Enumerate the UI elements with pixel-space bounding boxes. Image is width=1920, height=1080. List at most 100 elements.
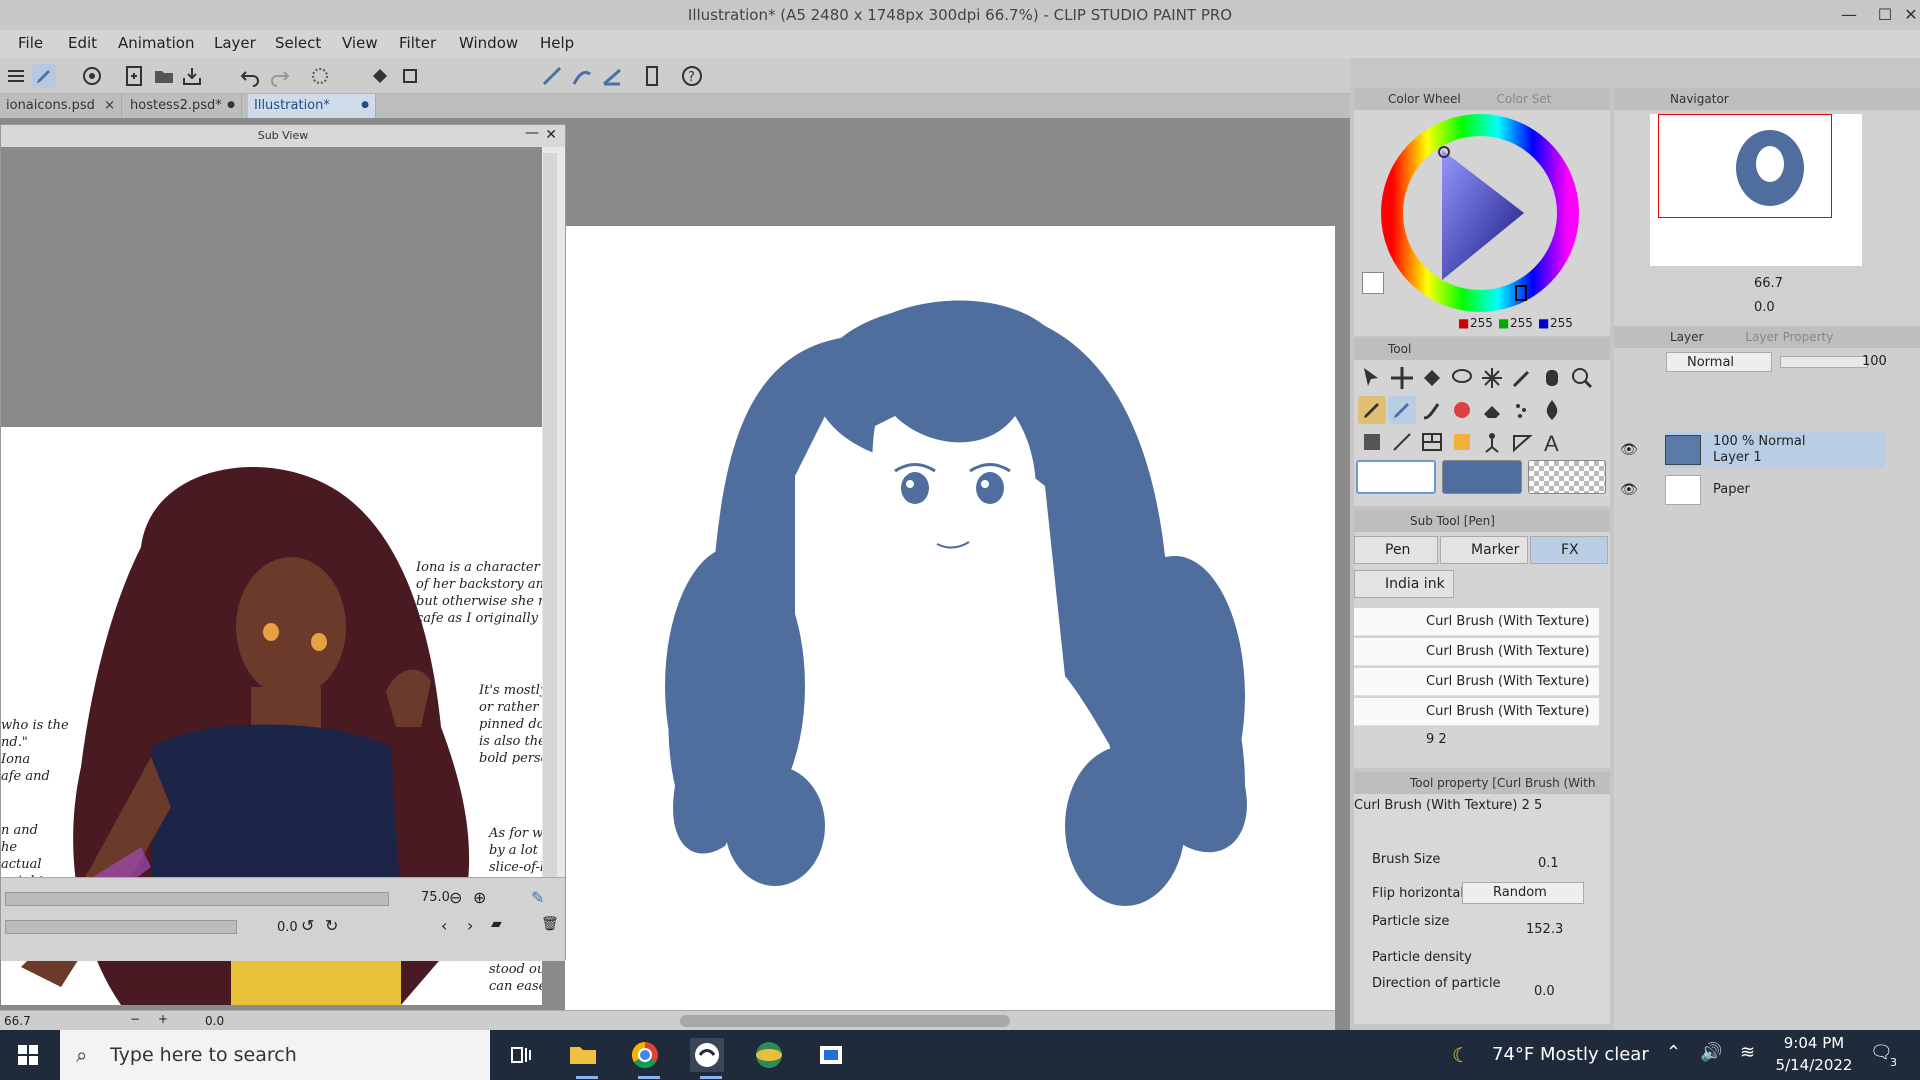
canvas-zoom-value[interactable]: 66.7 (4, 1014, 31, 1028)
eye-icon[interactable]: 👁 (1620, 442, 1638, 458)
hand-tool-icon[interactable] (1538, 364, 1566, 392)
open-file-icon[interactable] (152, 64, 176, 88)
ruler-snap-icon[interactable] (600, 64, 624, 88)
ruler-tool-icon[interactable] (1448, 428, 1476, 456)
volume-icon[interactable]: 🔊 (1700, 1042, 1722, 1063)
unsaved-dot-icon[interactable]: ● (361, 100, 369, 110)
fill-icon[interactable] (368, 64, 392, 88)
eyedropper-icon[interactable]: ✎ (531, 888, 544, 907)
opacity-slider[interactable] (1780, 356, 1868, 368)
flip-horizontal-row[interactable]: Flip horizontal Random (1354, 880, 1584, 910)
layer-row[interactable]: 👁 Paper (1620, 472, 1885, 508)
unsaved-dot-icon[interactable]: ● (227, 100, 235, 110)
task-view-icon[interactable] (504, 1038, 538, 1072)
blend-mode-select[interactable]: Normal (1666, 352, 1772, 372)
main-color-swatch[interactable] (1362, 272, 1384, 294)
save-icon[interactable] (180, 64, 204, 88)
zoom-out-icon[interactable]: ⊖ (449, 888, 462, 907)
menu-view[interactable]: View (342, 34, 378, 52)
ruler-curve-icon[interactable] (570, 64, 594, 88)
menu-layer[interactable]: Layer (214, 34, 256, 52)
zoom-in-icon[interactable]: ⊕ (473, 888, 486, 907)
subtool-tab-pen[interactable]: Pen (1354, 536, 1438, 564)
horizontal-scrollbar[interactable] (680, 1015, 1010, 1027)
pencil-tool-icon[interactable] (1388, 396, 1416, 424)
flip-horizontal-select[interactable]: Random (1462, 882, 1584, 904)
text-tool-icon[interactable]: A (1538, 428, 1566, 456)
menu-animation[interactable]: Animation (118, 34, 194, 52)
subtool-tab-india-ink[interactable]: India ink (1354, 570, 1454, 598)
clock-time[interactable]: 9:04 PM (1774, 1034, 1854, 1052)
clip-studio-icon[interactable] (80, 64, 104, 88)
trash-icon[interactable]: 🗑 (541, 916, 559, 932)
ruler-line-icon[interactable] (540, 64, 564, 88)
navigator-zoom-value[interactable]: 66.7 (1754, 276, 1783, 291)
color-wheel[interactable] (1354, 110, 1610, 336)
subtool-tab-fx[interactable]: FX (1530, 536, 1608, 564)
next-icon[interactable]: › (467, 916, 473, 935)
particle-size-row[interactable]: Particle size 152.3 (1354, 912, 1584, 942)
opacity-value[interactable]: 100 (1862, 354, 1887, 369)
rotate-right-icon[interactable]: ↻ (325, 916, 338, 935)
balloon-tool-icon[interactable] (1508, 428, 1536, 456)
decoration-tool-icon[interactable] (1448, 396, 1476, 424)
zoom-in-icon[interactable]: + (158, 1012, 168, 1026)
eraser-tool-icon[interactable] (1478, 396, 1506, 424)
tab-layer[interactable]: Layer (1614, 330, 1703, 344)
folder-icon[interactable]: ▰ (491, 916, 502, 932)
direction-value[interactable]: 0.0 (1534, 984, 1555, 999)
close-icon[interactable]: × (104, 98, 115, 113)
clock-date[interactable]: 5/14/2022 (1774, 1056, 1854, 1074)
transform-icon[interactable] (398, 64, 422, 88)
figure-tool-icon[interactable] (1388, 428, 1416, 456)
tab-color-set[interactable]: Color Set (1465, 92, 1552, 106)
navigator-rotation-value[interactable]: 0.0 (1754, 300, 1775, 315)
app-window-icon[interactable] (814, 1038, 848, 1072)
brush-item[interactable]: Curl Brush (With Texture) 6 2 (1354, 668, 1599, 717)
menu-select[interactable]: Select (275, 34, 321, 52)
weather-text[interactable]: 74°F Mostly clear (1492, 1044, 1649, 1065)
particle-density-row[interactable]: Particle density (1354, 944, 1584, 974)
brush-size-value[interactable]: 0.1 (1538, 856, 1559, 871)
minimize-icon[interactable]: — (525, 125, 539, 141)
pen-tool-icon[interactable] (1358, 396, 1386, 424)
menu-file[interactable]: File (18, 34, 43, 52)
rotation-value[interactable]: 0.0 (277, 920, 298, 935)
brush-item[interactable]: Curl Brush (With Texture) 3 4 (1354, 608, 1599, 657)
eye-icon[interactable]: 👁 (1620, 482, 1638, 498)
main-color-button[interactable] (1356, 460, 1436, 494)
menu-window[interactable]: Window (459, 34, 518, 52)
menu-filter[interactable]: Filter (399, 34, 436, 52)
weather-icon[interactable]: ☾ (1452, 1043, 1470, 1067)
gradient-tool-icon[interactable] (1358, 428, 1386, 456)
pen-mode-icon[interactable] (32, 64, 56, 88)
close-icon[interactable]: ✕ (545, 127, 557, 143)
frame-tool-icon[interactable] (1418, 428, 1446, 456)
help-icon[interactable]: ? (680, 64, 704, 88)
canvas-paper[interactable] (565, 226, 1335, 1010)
canvas-rotation-value[interactable]: 0.0 (205, 1014, 224, 1028)
zoom-tool-icon[interactable] (1568, 364, 1596, 392)
tab-ionaicons[interactable]: ionaicons.psd × (0, 94, 122, 118)
close-icon[interactable]: ✕ (1898, 2, 1920, 28)
blend-tool-icon[interactable] (1538, 396, 1566, 424)
loading-icon[interactable] (308, 64, 332, 88)
selection-tool-icon[interactable] (1358, 364, 1386, 392)
sub-color-button[interactable] (1442, 460, 1522, 494)
zoom-out-icon[interactable]: − (130, 1012, 140, 1026)
transparent-color-button[interactable] (1528, 460, 1606, 494)
zoom-slider[interactable] (5, 892, 389, 906)
tab-layer-property[interactable]: Layer Property (1707, 330, 1833, 344)
rotation-slider[interactable] (5, 920, 237, 934)
windows-start-icon[interactable] (18, 1045, 38, 1065)
taskbar-search[interactable]: ⌕ Type here to search (60, 1030, 490, 1080)
redo-icon[interactable] (268, 64, 292, 88)
brush-size-row[interactable]: Brush Size 0.1 (1354, 848, 1584, 878)
direction-row[interactable]: Direction of particle 0.0 (1354, 972, 1584, 1002)
rotate-left-icon[interactable]: ↺ (301, 916, 314, 935)
3d-tool-icon[interactable] (1478, 428, 1506, 456)
minimize-icon[interactable]: — (1836, 2, 1862, 28)
wifi-icon[interactable]: ≋ (1740, 1042, 1755, 1063)
undo-icon[interactable] (238, 64, 262, 88)
prev-icon[interactable]: ‹ (441, 916, 447, 935)
